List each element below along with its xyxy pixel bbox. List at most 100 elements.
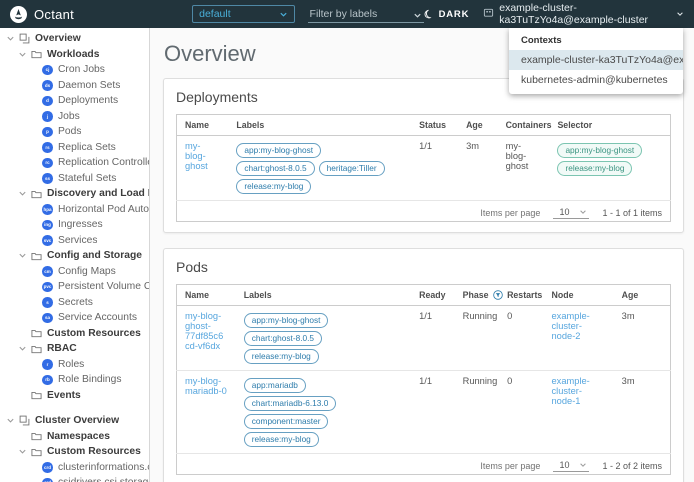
chevron-down-icon[interactable] (17, 446, 28, 457)
label-badge[interactable]: chart:ghost-8.0.5 (236, 160, 315, 176)
context-menu-item[interactable]: kubernetes-admin@kubernetes (509, 70, 683, 90)
sidebar-item-services[interactable]: svc Services (0, 233, 149, 249)
filter-icon[interactable] (492, 290, 503, 300)
column-header-status[interactable]: Status (411, 114, 459, 136)
sidebar-item-config-and-storage[interactable]: Config and Storage (0, 248, 149, 264)
sidebar-item-cluster-overview[interactable]: Cluster Overview (0, 413, 149, 429)
column-header-label: Labels (243, 290, 272, 300)
sidebar-item-service-accounts[interactable]: sa Service Accounts (0, 310, 149, 326)
column-header-age[interactable]: Age (613, 284, 671, 306)
sidebar-item-csidrivers-csi-storage-k8s-io[interactable]: crd csidrivers.csi.storage.k8s.io (0, 475, 149, 482)
selector-badge[interactable]: release:my-blog (557, 160, 633, 176)
sidebar-item-secrets[interactable]: s Secrets (0, 295, 149, 311)
resource-icon: svc (41, 234, 54, 246)
resource-icon: cm (41, 265, 54, 277)
sidebar-item-horizontal-pod-autoscalers[interactable]: hpa Horizontal Pod Autoscalers (0, 202, 149, 218)
chevron-down-icon[interactable] (17, 188, 28, 199)
namespace-select[interactable]: default (192, 5, 295, 23)
context-dropdown-menu: Contexts example-cluster-ka3TuTzYo4a@exa… (509, 28, 683, 94)
cell-text: 1/1 (419, 311, 433, 321)
chevron-down-icon[interactable] (17, 49, 28, 60)
column-header-label: Age (621, 290, 639, 300)
column-header-selector[interactable]: Selector (549, 114, 671, 136)
resource-icon: ds (42, 80, 53, 91)
sidebar-item-workloads[interactable]: Workloads (0, 47, 149, 63)
resource-link[interactable]: my-blog-ghost-77df85c6cd-vf6dx (185, 311, 223, 351)
label-badge[interactable]: release:my-blog (243, 431, 319, 447)
selector-badge[interactable]: app:my-blog-ghost (557, 142, 643, 158)
sidebar-item-discovery-and-load-balancing[interactable]: Discovery and Load Balancing (0, 186, 149, 202)
column-header-ready[interactable]: Ready (411, 284, 455, 306)
sidebar-item-role-bindings[interactable]: rb Role Bindings (0, 372, 149, 388)
resource-link[interactable]: my-blog-mariadb-0 (185, 376, 227, 396)
sidebar-item-rbac[interactable]: RBAC (0, 341, 149, 357)
resource-link[interactable]: my-blog-ghost (185, 141, 208, 171)
resource-link[interactable]: example-cluster-node-1 (552, 376, 590, 406)
table-cell: 1/1 (411, 371, 454, 454)
sidebar-item-pods[interactable]: p Pods (0, 124, 149, 140)
sidebar-item-replication-controllers[interactable]: rc Replication Controllers (0, 155, 149, 171)
label-filter-input[interactable]: Filter by labels (307, 5, 424, 23)
sidebar-item-clusterinformations-crd-projec[interactable]: crd clusterinformations.crd.projec (0, 460, 149, 476)
table-cell: my-blog-ghost (498, 136, 550, 201)
column-header-phase[interactable]: Phase (454, 284, 503, 306)
sidebar-item-persistent-volume-claims[interactable]: pvc Persistent Volume Claims (0, 279, 149, 295)
label-badge[interactable]: heritage:Tiller (318, 160, 385, 176)
sidebar-item-config-maps[interactable]: cm Config Maps (0, 264, 149, 280)
sidebar-item-ingresses[interactable]: ing Ingresses (0, 217, 149, 233)
table-cell: 3m (614, 306, 671, 371)
chevron-down-icon[interactable] (5, 415, 16, 426)
sidebar-item-replica-sets[interactable]: rs Replica Sets (0, 140, 149, 156)
resource-icon: rs (42, 142, 53, 153)
sidebar-item-stateful-sets[interactable]: ss Stateful Sets (0, 171, 149, 187)
chevron-down-icon[interactable] (17, 250, 28, 261)
table-cell: 3m (458, 136, 498, 201)
label-badge[interactable]: app:my-blog-ghost (236, 142, 322, 158)
context-menu-item[interactable]: example-cluster-ka3TuTzYo4a@example-clu.… (509, 50, 683, 70)
pagination-range: 1 - 2 of 2 items (602, 461, 662, 471)
column-header-name[interactable]: Name (176, 114, 229, 136)
resource-link[interactable]: example-cluster-node-2 (552, 311, 590, 341)
column-header-labels[interactable]: Labels (235, 284, 412, 306)
sidebar-item-roles[interactable]: r Roles (0, 357, 149, 373)
resource-icon: rc (42, 157, 53, 168)
column-header-age[interactable]: Age (458, 114, 498, 136)
label-badge[interactable]: release:my-blog (236, 178, 312, 194)
page-size-select[interactable]: 10 (553, 207, 590, 219)
table-cell: app:my-blog-ghost chart:ghost-8.0.5 releas… (236, 306, 411, 371)
sidebar-item-daemon-sets[interactable]: ds Daemon Sets (0, 78, 149, 94)
sidebar-item-custom-resources[interactable]: Custom Resources (0, 326, 149, 342)
page-size-select[interactable]: 10 (553, 460, 590, 472)
column-header-containers[interactable]: Containers (497, 114, 552, 136)
column-header-name[interactable]: Name (176, 284, 236, 306)
sidebar-item-cron-jobs[interactable]: cj Cron Jobs (0, 62, 149, 78)
label-badge[interactable]: chart:ghost-8.0.5 (243, 330, 323, 346)
label-badge[interactable]: app:mariadb (243, 377, 306, 393)
label-badge[interactable]: app:my-blog-ghost (243, 312, 329, 328)
sidebar-item-custom-resources[interactable]: Custom Resources (0, 444, 149, 460)
column-header-restarts[interactable]: Restarts (499, 284, 544, 306)
column-header-node[interactable]: Node (543, 284, 614, 306)
context-selector-button[interactable]: example-cluster-ka3TuTzYo4a@example-clus… (483, 2, 684, 26)
overview-icon (18, 33, 31, 45)
table-cell: example-cluster-node-2 (544, 306, 614, 371)
resource-icon: cj (41, 64, 54, 76)
column-header-labels[interactable]: Labels (228, 114, 412, 136)
sidebar-item-deployments[interactable]: d Deployments (0, 93, 149, 109)
resource-icon: s (42, 297, 53, 308)
sidebar-item-jobs[interactable]: j Jobs (0, 109, 149, 125)
label-badge[interactable]: release:my-blog (243, 348, 319, 364)
sidebar-item-label: Replica Sets (58, 141, 116, 153)
theme-toggle-button[interactable]: ☾ DARK (422, 7, 469, 22)
chevron-down-icon[interactable] (5, 33, 16, 44)
cell-text: 3m (621, 311, 635, 321)
sidebar-item-namespaces[interactable]: Namespaces (0, 429, 149, 445)
resource-icon: hpa (42, 204, 53, 215)
folder-icon (30, 343, 43, 355)
label-badge[interactable]: chart:mariadb-6.13.0 (243, 395, 337, 411)
chevron-down-icon[interactable] (17, 343, 28, 354)
label-badge[interactable]: component:master (243, 413, 329, 429)
sidebar-item-overview[interactable]: Overview (0, 31, 149, 47)
sidebar-item-label: Jobs (58, 110, 80, 122)
sidebar-item-events[interactable]: Events (0, 388, 149, 404)
